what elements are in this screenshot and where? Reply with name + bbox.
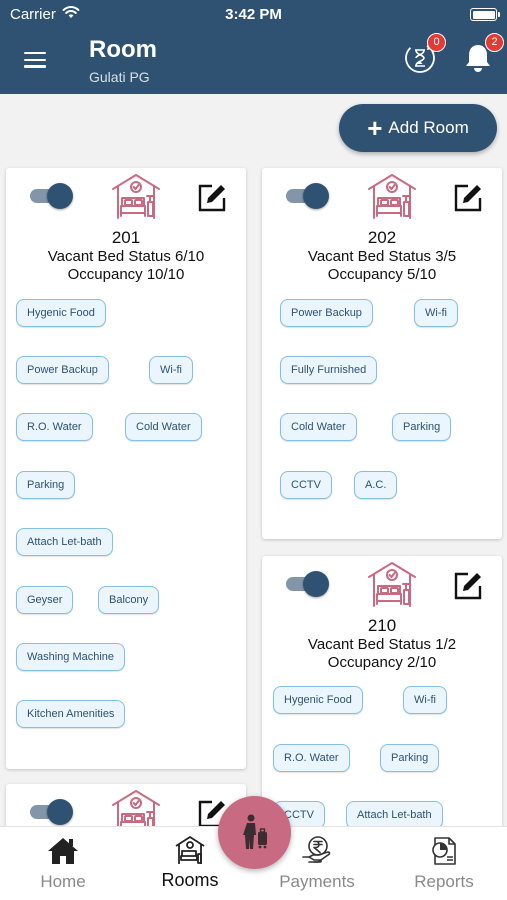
amenity-chip: Geyser — [16, 586, 74, 614]
nav-reports[interactable]: Reports — [381, 827, 507, 900]
battery-icon — [470, 8, 500, 21]
bed-icon — [368, 562, 416, 607]
add-room-button[interactable]: + Add Room — [339, 104, 497, 152]
amenity-chip: R.O. Water — [273, 744, 350, 772]
amenity-chip: Wi-fi — [403, 686, 447, 714]
amenity-chip: Wi-fi — [149, 356, 193, 384]
room-active-toggle[interactable] — [28, 798, 74, 826]
rupee-icon — [302, 836, 331, 863]
amenity-chip: Power Backup — [16, 356, 109, 384]
report-icon — [432, 837, 456, 865]
amenity-chip: Attach Let-bath — [16, 528, 113, 556]
vacant-bed-status: Vacant Bed Status 3/5 — [307, 248, 457, 265]
bed-icon — [112, 174, 160, 219]
nav-rooms-label: Rooms — [161, 870, 219, 890]
status-bar: Carrier 3:42 PM — [0, 0, 507, 30]
nav-home[interactable]: Home — [0, 827, 126, 900]
room-active-toggle[interactable] — [28, 182, 74, 210]
plus-icon: + — [367, 113, 383, 143]
room-active-toggle[interactable] — [284, 182, 330, 210]
amenity-chip: Washing Machine — [16, 643, 126, 671]
room-card[interactable]: 210 Vacant Bed Status 1/2 Occupancy 2/10… — [262, 556, 502, 846]
amenity-chip: Hygenic Food — [16, 299, 106, 327]
nav-payments-label: Payments — [279, 872, 355, 891]
amenity-chip: Cold Water — [125, 413, 202, 441]
add-room-label: Add Room — [388, 118, 469, 137]
amenity-chip: Parking — [380, 744, 440, 772]
occupancy-status: Occupancy 5/10 — [327, 266, 437, 283]
amenity-chip: Attach Let-bath — [346, 801, 443, 829]
amenity-chip: Fully Furnished — [280, 356, 378, 384]
vacant-bed-status: Vacant Bed Status 1/2 — [307, 636, 457, 653]
amenity-chip: Parking — [16, 471, 76, 499]
amenity-chip: A.C. — [354, 471, 398, 499]
pending-count-badge: 0 — [427, 33, 446, 52]
notification-count-badge: 2 — [485, 33, 504, 52]
bed-icon — [368, 174, 416, 219]
property-name: Gulati PG — [89, 69, 150, 85]
amenity-chip: Parking — [392, 413, 452, 441]
page-title: Room — [89, 36, 157, 63]
vacant-bed-status: Vacant Bed Status 6/10 — [47, 248, 205, 265]
person-luggage-icon — [243, 814, 267, 849]
amenity-chip: CCTV — [280, 471, 332, 499]
amenity-chip: Cold Water — [280, 413, 357, 441]
hourglass-button[interactable]: 0 — [400, 33, 446, 76]
occupancy-status: Occupancy 2/10 — [327, 654, 437, 671]
clock: 3:42 PM — [225, 6, 282, 23]
occupancy-status: Occupancy 10/10 — [67, 266, 185, 283]
home-icon — [48, 838, 78, 864]
amenity-chip: Kitchen Amenities — [16, 700, 126, 728]
amenity-chip: Power Backup — [280, 299, 373, 327]
room-number: 210 — [367, 616, 397, 635]
room-card[interactable]: 201 Vacant Bed Status 6/10 Occupancy 10/… — [6, 168, 246, 769]
amenity-chip: R.O. Water — [16, 413, 93, 441]
edit-icon[interactable] — [196, 182, 228, 214]
edit-icon[interactable] — [452, 570, 484, 602]
notifications-button[interactable]: 2 — [458, 33, 504, 76]
room-active-toggle[interactable] — [284, 570, 330, 598]
room-card[interactable]: 202 Vacant Bed Status 3/5 Occupancy 5/10… — [262, 168, 502, 539]
amenity-chip: Wi-fi — [414, 299, 458, 327]
tenant-fab-button[interactable] — [218, 796, 291, 869]
app-header: Room Gulati PG 0 2 — [0, 30, 507, 94]
edit-icon[interactable] — [452, 182, 484, 214]
nav-reports-label: Reports — [414, 872, 474, 891]
room-number: 202 — [367, 228, 397, 247]
nav-home-label: Home — [40, 872, 86, 891]
room-number: 201 — [111, 228, 141, 247]
amenity-chip: Balcony — [98, 586, 160, 614]
rooms-icon — [175, 836, 205, 864]
menu-icon[interactable] — [24, 52, 46, 68]
amenity-chip: Hygenic Food — [273, 686, 363, 714]
